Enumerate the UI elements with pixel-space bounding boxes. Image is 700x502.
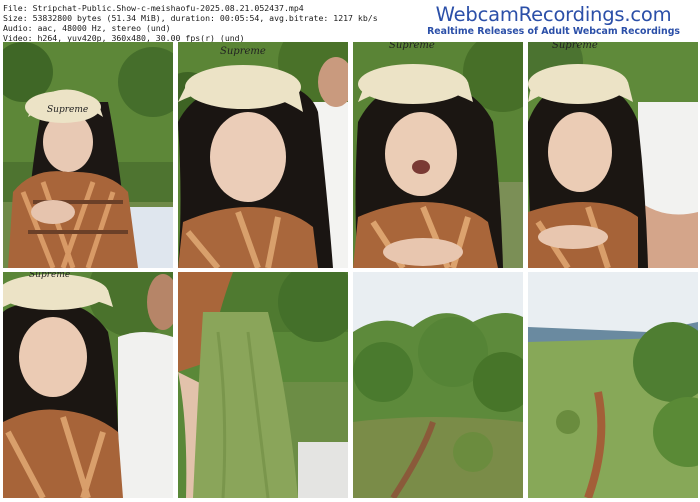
thumbnail-8 xyxy=(528,272,698,498)
brand-watermark: WebcamRecordings.com Realtime Releases o… xyxy=(427,3,680,38)
cap-logo-text: Supreme xyxy=(389,42,435,51)
file-name-line: File: Stripchat-Public.Show-c-meishaofu-… xyxy=(3,3,304,13)
thumbnail-6 xyxy=(178,272,348,498)
thumbnail-1: Supreme xyxy=(3,42,173,268)
thumbnail-5: Supreme xyxy=(3,272,173,498)
thumbnail-2: Supreme xyxy=(178,42,348,268)
file-size-line: Size: 53832800 bytes (51.34 MiB), durati… xyxy=(3,13,378,23)
audio-line: Audio: aac, 48000 Hz, stereo (und) xyxy=(3,23,171,33)
cap-logo-text: Supreme xyxy=(29,272,70,280)
cap-logo-text: Supreme xyxy=(47,105,88,115)
cap-logo-text: Supreme xyxy=(220,46,266,57)
thumbnail-7 xyxy=(353,272,523,498)
thumbnail-3: Supreme xyxy=(353,42,523,268)
brand-tagline: Realtime Releases of Adult Webcam Record… xyxy=(427,26,680,37)
file-info-header: File: Stripchat-Public.Show-c-meishaofu-… xyxy=(0,0,700,43)
thumbnail-4: Supreme xyxy=(528,42,698,268)
cap-logo-text: Supreme xyxy=(552,42,598,51)
brand-title: WebcamRecordings.com xyxy=(435,3,672,26)
